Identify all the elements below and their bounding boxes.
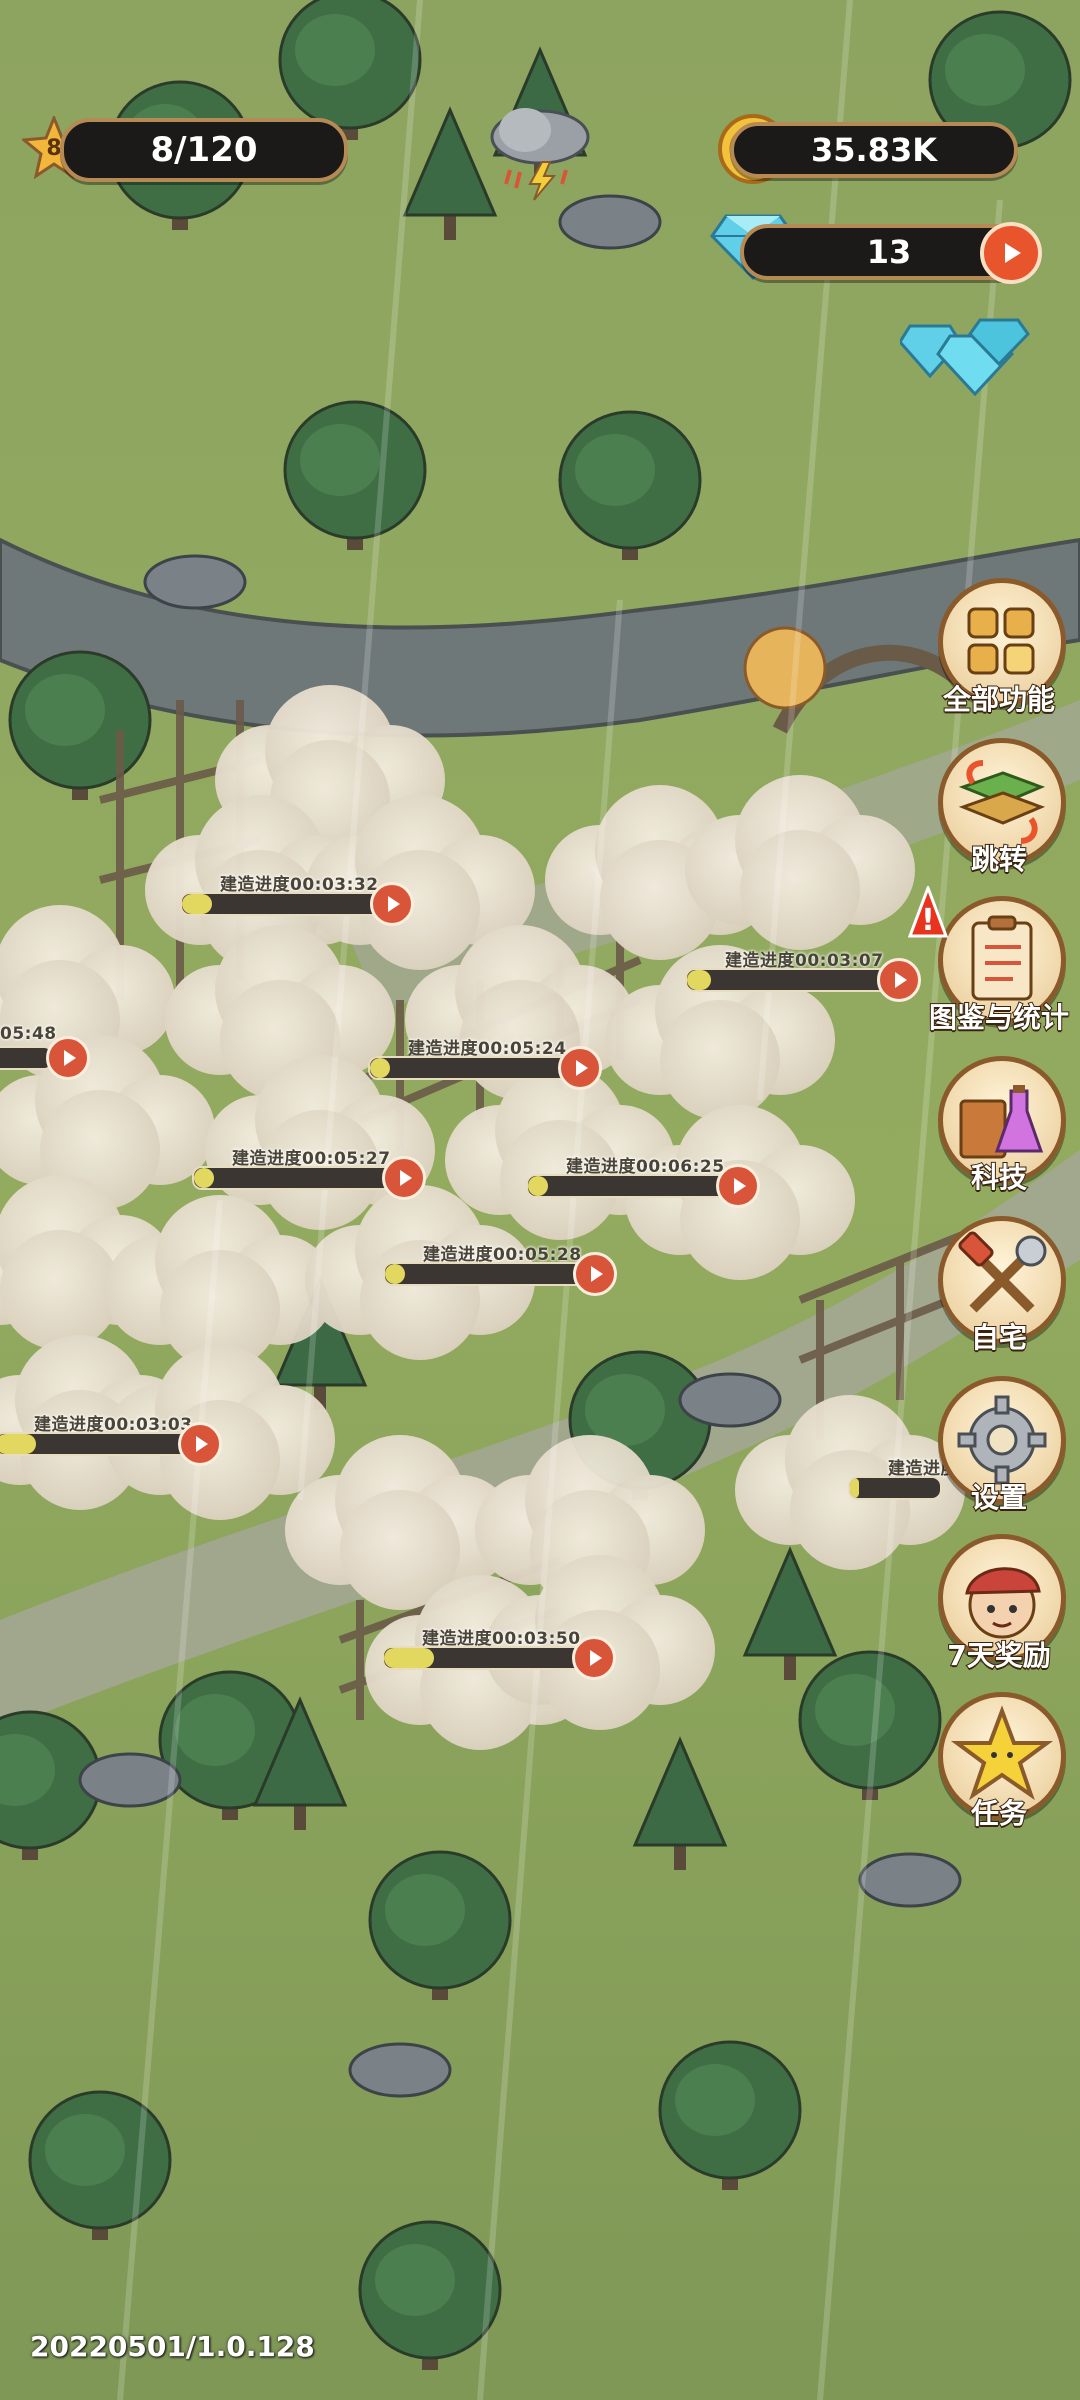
speedup-button[interactable] <box>716 1164 760 1208</box>
progress-fill <box>850 1478 859 1498</box>
progress-track <box>0 1432 198 1456</box>
gem-add-button[interactable] <box>980 222 1042 284</box>
progress-fill <box>0 1434 36 1454</box>
construction-progress[interactable]: 05:48 <box>0 1024 90 1080</box>
progress-fill <box>385 1264 405 1284</box>
progress-fill <box>384 1648 434 1668</box>
menu-all-functions-button[interactable]: 全部功能 <box>934 578 1066 718</box>
gold-counter: 35.83K <box>730 122 1018 178</box>
speedup-button[interactable] <box>46 1036 90 1080</box>
menu-7day-reward-button[interactable]: 7天奖励 <box>934 1534 1066 1674</box>
construction-progress[interactable]: 建造进度00:05:27 <box>192 1144 426 1200</box>
speedup-button[interactable] <box>178 1422 222 1466</box>
construction-progress[interactable]: 建造进度00:03:50 <box>382 1624 616 1680</box>
version-label: 20220501/1.0.128 <box>30 2330 315 2363</box>
progress-track <box>383 1262 587 1286</box>
speedup-button[interactable] <box>558 1046 602 1090</box>
construction-progress[interactable]: 建造进度00:06:25 <box>526 1152 760 1208</box>
menu-tasks-button[interactable]: 任务 <box>934 1692 1066 1832</box>
progress-fill <box>194 1168 214 1188</box>
alert-icon: ! <box>908 886 948 938</box>
progress-fill <box>528 1176 548 1196</box>
speedup-button[interactable] <box>572 1636 616 1680</box>
menu-label: 图鉴与统计 <box>928 1000 1070 1035</box>
menu-codex-stats-button[interactable]: ! 图鉴与统计 <box>908 886 1070 1036</box>
speedup-button[interactable] <box>573 1252 617 1296</box>
progress-label: 05:48 <box>0 1024 57 1044</box>
progress-fill <box>687 970 711 990</box>
speedup-button[interactable] <box>370 882 414 926</box>
menu-label: 自宅 <box>970 1320 1028 1355</box>
progress-track <box>526 1174 730 1198</box>
progress-fill <box>370 1058 390 1078</box>
svg-text:!: ! <box>921 903 935 938</box>
menu-label: 7天奖励 <box>946 1638 1051 1673</box>
menu-label: 全部功能 <box>942 682 1056 717</box>
progress-track <box>685 968 889 992</box>
gem-value: 13 <box>866 233 912 271</box>
menu-tech-button[interactable]: 科技 <box>934 1056 1066 1196</box>
construction-progress[interactable]: 建造进度00:03:07 <box>685 946 921 1002</box>
population-value: 8/120 <box>150 130 258 170</box>
gold-value: 35.83K <box>810 131 937 169</box>
diamond-pile-icon[interactable] <box>898 306 1030 402</box>
progress-track <box>180 892 384 916</box>
progress-track <box>368 1056 572 1080</box>
construction-progress[interactable]: 建造进度00:05:24 <box>368 1034 602 1090</box>
construction-progress[interactable]: 建造进度00:03:03 <box>0 1410 224 1466</box>
construction-progress[interactable]: 建造进度00:03:32 <box>180 870 414 926</box>
menu-label: 科技 <box>970 1160 1028 1195</box>
population-counter: 8/120 <box>60 118 348 182</box>
menu-label: 跳转 <box>970 842 1028 877</box>
menu-label: 设置 <box>970 1480 1028 1515</box>
menu-settings-button[interactable]: 设置 <box>934 1376 1066 1516</box>
speedup-button[interactable] <box>382 1156 426 1200</box>
progress-track <box>192 1166 396 1190</box>
progress-track <box>382 1646 586 1670</box>
construction-progress[interactable]: 建造进度00:05:28 <box>383 1240 617 1296</box>
menu-label: 任务 <box>970 1796 1028 1831</box>
thunderstorm-icon <box>480 92 600 202</box>
menu-home-button[interactable]: 自宅 <box>934 1216 1066 1356</box>
menu-jump-button[interactable]: 跳转 <box>934 738 1066 878</box>
progress-fill <box>182 894 212 914</box>
